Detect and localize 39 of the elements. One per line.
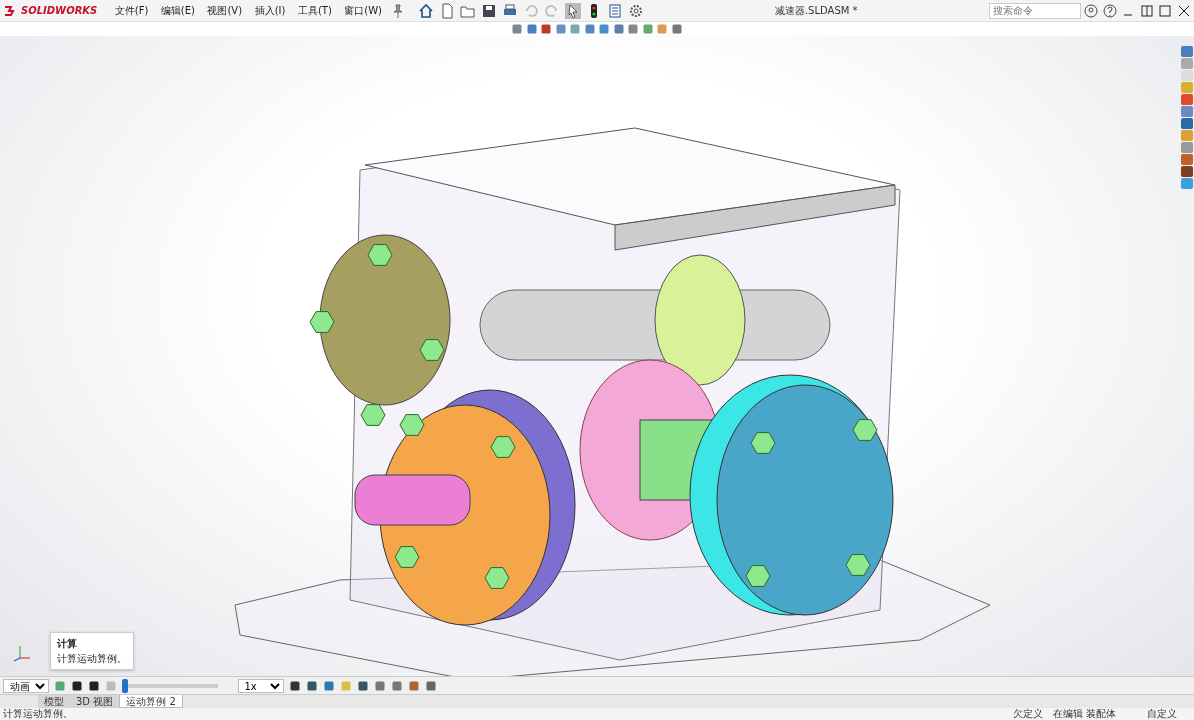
status-message: 计算运动算例。 [2, 708, 74, 720]
gear-icon[interactable] [628, 2, 644, 19]
tab[interactable]: 运动算例 2 [119, 695, 183, 708]
search-field[interactable]: 搜索命令 [988, 2, 1081, 19]
new-document-icon[interactable] [439, 2, 455, 19]
study-type-dropdown[interactable]: 动画 [2, 678, 49, 693]
timeline-thumb[interactable] [121, 678, 128, 693]
task-pane-icon[interactable] [1181, 106, 1193, 117]
speed-dropdown[interactable]: 1x [237, 678, 284, 693]
status-item: 在编辑 装配体 [1053, 708, 1117, 720]
task-pane-icon[interactable] [1181, 46, 1193, 57]
user-icon[interactable] [1083, 2, 1099, 19]
task-pane-icon[interactable] [1181, 154, 1193, 165]
window-title: 减速器.SLDASM * [773, 4, 859, 18]
status-item: 欠定义 [1013, 708, 1044, 720]
axis-triad-icon [13, 645, 31, 662]
task-pane-icon[interactable] [1181, 178, 1193, 189]
tooltip-text: 计算运动算例。 [57, 652, 127, 666]
cursor-icon[interactable] [565, 2, 581, 19]
logo-text: SOLIDWORKS [21, 4, 98, 18]
tab[interactable]: 3D 视图 [70, 695, 120, 708]
restore-icon[interactable] [1138, 2, 1155, 19]
list-icon[interactable] [607, 2, 623, 19]
menu-item[interactable]: 编辑(E) [155, 3, 200, 18]
status-item: 自定义 [1146, 708, 1177, 720]
home-icon[interactable] [418, 2, 434, 19]
task-pane-icon[interactable] [1181, 118, 1193, 129]
menu-item[interactable]: 视图(V) [202, 3, 248, 18]
tooltip-title: 计算 [57, 637, 78, 651]
task-pane-icon[interactable] [1181, 142, 1193, 153]
help-icon[interactable] [1101, 2, 1118, 19]
tab[interactable]: 模型 [38, 695, 70, 708]
save-icon[interactable] [481, 2, 497, 19]
task-pane-icon[interactable] [1181, 166, 1193, 177]
menu-item[interactable]: 窗口(W) [339, 3, 387, 18]
menu-item[interactable]: 插入(I) [249, 3, 291, 18]
task-pane-icon[interactable] [1181, 94, 1193, 105]
menu-item[interactable]: 文件(F) [109, 3, 154, 18]
menu-item[interactable]: 工具(T) [292, 3, 337, 18]
